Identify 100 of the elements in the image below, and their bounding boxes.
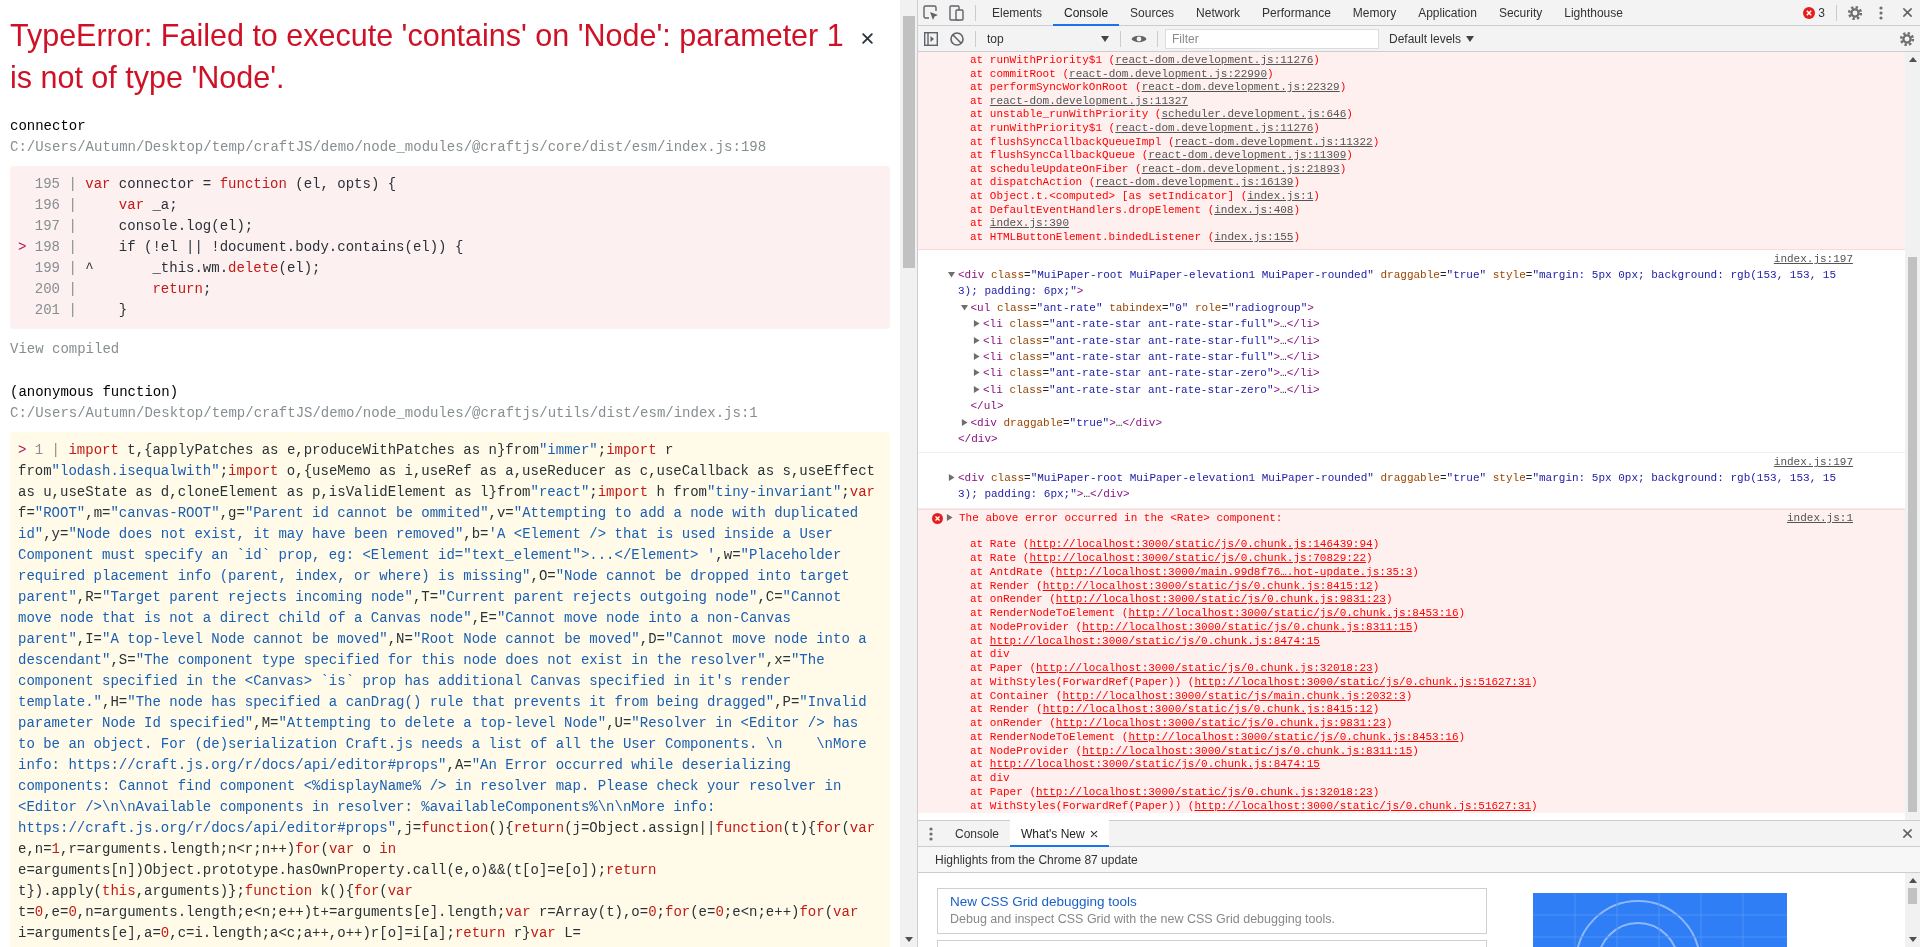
caret-icon[interactable] <box>948 473 955 481</box>
caret-icon[interactable] <box>946 514 953 522</box>
scrollbar-thumb[interactable] <box>902 16 915 268</box>
source-link[interactable]: index.js:1 <box>1247 189 1314 202</box>
drawer-tab[interactable]: What's New <box>1010 820 1109 847</box>
source-link[interactable]: react-dom.development.js:11327 <box>989 94 1188 107</box>
source-link[interactable]: index.js:197 <box>1773 456 1853 470</box>
stack-frame: at NodeProvider (http://localhost:3000/static/js/0.chunk.js:8311:15) <box>970 744 1419 759</box>
source-link[interactable]: react-dom.development.js:11309 <box>1148 149 1347 162</box>
close-icon <box>1901 828 1913 839</box>
caret-icon[interactable] <box>973 352 980 360</box>
caret-icon[interactable] <box>960 418 968 426</box>
source-link[interactable]: http://localhost:3000/static/js/0.chunk.js:8415:12 <box>1042 703 1373 716</box>
source-link[interactable]: index.js:1 <box>1787 511 1853 526</box>
source-link[interactable]: http://localhost:3000/static/js/0.chunk.js:8474:15 <box>989 634 1320 647</box>
source-link[interactable]: http://localhost:3000/static/js/0.chunk.js:51627:31 <box>1194 675 1532 688</box>
source-link[interactable]: http://localhost:3000/static/js/0.chunk.js:70829:22 <box>1029 552 1367 565</box>
panel-tab[interactable]: Performance <box>1251 0 1342 26</box>
settings-icon <box>1899 30 1915 47</box>
source-link[interactable]: http://localhost:3000/main.99d8f76….hot-update.js:35:3 <box>1055 565 1413 578</box>
caret-icon <box>1101 35 1109 42</box>
dom-node[interactable]: <li class="ant-rate-star ant-rate-star-zero">…</li> <box>983 365 1853 382</box>
close-icon[interactable] <box>1089 829 1098 838</box>
code-line: 196 | var _a; <box>33 196 179 215</box>
scroll-arrow-icon[interactable] <box>1908 57 1917 62</box>
panel-tab[interactable]: Security <box>1487 0 1554 26</box>
dom-node[interactable]: </div> <box>958 430 1853 448</box>
source-link[interactable]: react-dom.development.js:11276 <box>1115 121 1314 134</box>
source-link[interactable]: http://localhost:3000/static/js/0.chunk.js:146439:94 <box>1029 538 1373 551</box>
scroll-arrow-icon[interactable] <box>1908 878 1917 883</box>
code-line: 200 | return; <box>33 280 213 299</box>
caret-icon[interactable] <box>973 385 980 393</box>
source-link[interactable]: http://localhost:3000/static/js/0.chunk.js:51627:31 <box>1194 799 1532 812</box>
source-link[interactable]: http://localhost:3000/static/js/0.chunk.js:8415:12 <box>1042 579 1373 592</box>
dom-node[interactable]: <div class="MuiPaper-root MuiPaper-elevation1 MuiPaper-rounded" draggable="true" style="margin: 5px 0px; background: rgb(153, 153, 153); padding: 6px;"> <box>958 266 1853 300</box>
source-link[interactable]: react-dom.development.js:16139 <box>1095 176 1294 189</box>
dom-node[interactable]: <div class="MuiPaper-root MuiPaper-elevation1 MuiPaper-rounded" draggable="true" style="margin: 5px 0px; background: rgb(153, 153, 153); padding: 6px;">…</div> <box>958 469 1853 503</box>
context-select[interactable]: top <box>981 28 1115 49</box>
close-icon <box>861 32 874 45</box>
scroll-arrow-icon[interactable] <box>904 937 913 942</box>
card-title[interactable]: New CSS Grid debugging tools <box>950 894 1137 909</box>
source-link[interactable]: http://localhost:3000/static/js/0.chunk.js:32018:23 <box>1036 785 1373 798</box>
panel-tab[interactable]: Application <box>1407 0 1488 26</box>
source-link[interactable]: react-dom.development.js:11322 <box>1174 135 1373 148</box>
dom-node[interactable]: <div draggable="true">…</div> <box>970 414 1853 431</box>
source-link[interactable]: http://localhost:3000/static/js/0.chunk.js:8453:16 <box>1128 730 1459 743</box>
caret-icon[interactable] <box>960 303 968 311</box>
log-levels-button[interactable]: Default levels <box>1385 31 1479 46</box>
panel-tab[interactable]: Network <box>1185 0 1252 26</box>
source-link[interactable]: react-dom.development.js:22990 <box>1069 67 1268 80</box>
source-link[interactable]: http://localhost:3000/static/js/0.chunk.js:9831:23 <box>1055 717 1386 730</box>
source-link[interactable]: index.js:390 <box>989 217 1070 230</box>
source-link[interactable]: scheduler.development.js:646 <box>1161 108 1347 121</box>
caret-icon[interactable] <box>973 369 980 377</box>
dom-node[interactable]: <ul class="ant-rate" tabindex="0" role="radiogroup"> <box>970 299 1853 317</box>
source-link[interactable]: index.js:155 <box>1214 230 1294 243</box>
source-link[interactable]: index.js:197 <box>1773 253 1853 267</box>
panel-tab[interactable]: Sources <box>1119 0 1186 26</box>
source-link[interactable]: http://localhost:3000/static/js/0.chunk.js:8311:15 <box>1082 744 1413 757</box>
function-name: connector <box>10 117 86 136</box>
source-link[interactable]: react-dom.development.js:22329 <box>1141 81 1340 94</box>
panel-tab[interactable]: Elements <box>981 0 1054 26</box>
caret-icon <box>1466 35 1475 42</box>
error-count-button[interactable]: 3 <box>1797 5 1831 20</box>
source-link[interactable]: http://localhost:3000/static/js/0.chunk.js:9831:23 <box>1055 593 1386 606</box>
close-icon <box>1901 7 1913 18</box>
dom-node[interactable]: <li class="ant-rate-star ant-rate-star-zero">…</li> <box>983 381 1853 399</box>
error-text: The above error occurred in the <Rate> component: <box>959 511 1283 526</box>
more-icon <box>1879 5 1883 20</box>
source-link[interactable]: http://localhost:3000/static/js/0.chunk.js:8474:15 <box>989 758 1320 771</box>
panel-tab[interactable]: Memory <box>1341 0 1408 26</box>
scroll-arrow-icon[interactable] <box>1908 937 1917 942</box>
dom-node[interactable]: <li class="ant-rate-star ant-rate-star-full">…</li> <box>983 316 1853 333</box>
source-link[interactable]: react-dom.development.js:21893 <box>1141 162 1340 175</box>
caret-icon[interactable] <box>973 320 980 328</box>
source-link[interactable]: index.js:408 <box>1214 203 1294 216</box>
more-icon <box>929 826 933 841</box>
panel-tab[interactable]: Lighthouse <box>1553 0 1634 26</box>
error-icon <box>1803 6 1816 19</box>
ban-icon <box>950 31 964 46</box>
source-link[interactable]: react-dom.development.js:11276 <box>1115 54 1314 66</box>
caret-icon[interactable] <box>948 270 955 278</box>
source-link[interactable]: http://localhost:3000/static/js/0.chunk.js:8311:15 <box>1082 620 1413 633</box>
dom-node[interactable]: <li class="ant-rate-star ant-rate-star-full">…</li> <box>983 348 1853 366</box>
code-line: 195 | var connector = function (el, opts) { <box>33 175 398 194</box>
source-link[interactable]: http://localhost:3000/static/js/main.chunk.js:2032:3 <box>1062 689 1406 702</box>
source-link[interactable]: http://localhost:3000/static/js/0.chunk.js:32018:23 <box>1036 662 1373 675</box>
code-line: > 198 | if (!el || !document.body.contains(el)) { <box>18 238 465 257</box>
feature-card[interactable]: New CSS Grid debugging tools Debug and inspect CSS Grid with the new CSS Grid debugging tools. <box>937 888 1487 934</box>
file-path: C:/Users/Autumn/Desktop/temp/craftJS/demo/node_modules/@craftjs/utils/dist/esm/index.js:1 <box>10 404 758 423</box>
filter-field[interactable]: Filter <box>1165 28 1379 49</box>
drawer-tab[interactable]: Console <box>944 820 1011 847</box>
caret-icon[interactable] <box>973 336 980 344</box>
source-link[interactable]: http://localhost:3000/static/js/0.chunk.js:8453:16 <box>1128 607 1459 620</box>
stack-frame: at onRender (http://localhost:3000/static/js/0.chunk.js:9831:23) <box>970 717 1393 731</box>
scrollbar-thumb[interactable] <box>1908 257 1917 812</box>
dom-node[interactable]: <li class="ant-rate-star ant-rate-star-full">…</li> <box>983 332 1853 349</box>
dom-node[interactable]: </ul> <box>970 398 1853 415</box>
scrollbar-thumb[interactable] <box>1908 888 1917 904</box>
stack-frame: at WithStyles(ForwardRef(Paper)) (http://localhost:3000/static/js/0.chunk.js:51627:31) <box>970 799 1538 814</box>
